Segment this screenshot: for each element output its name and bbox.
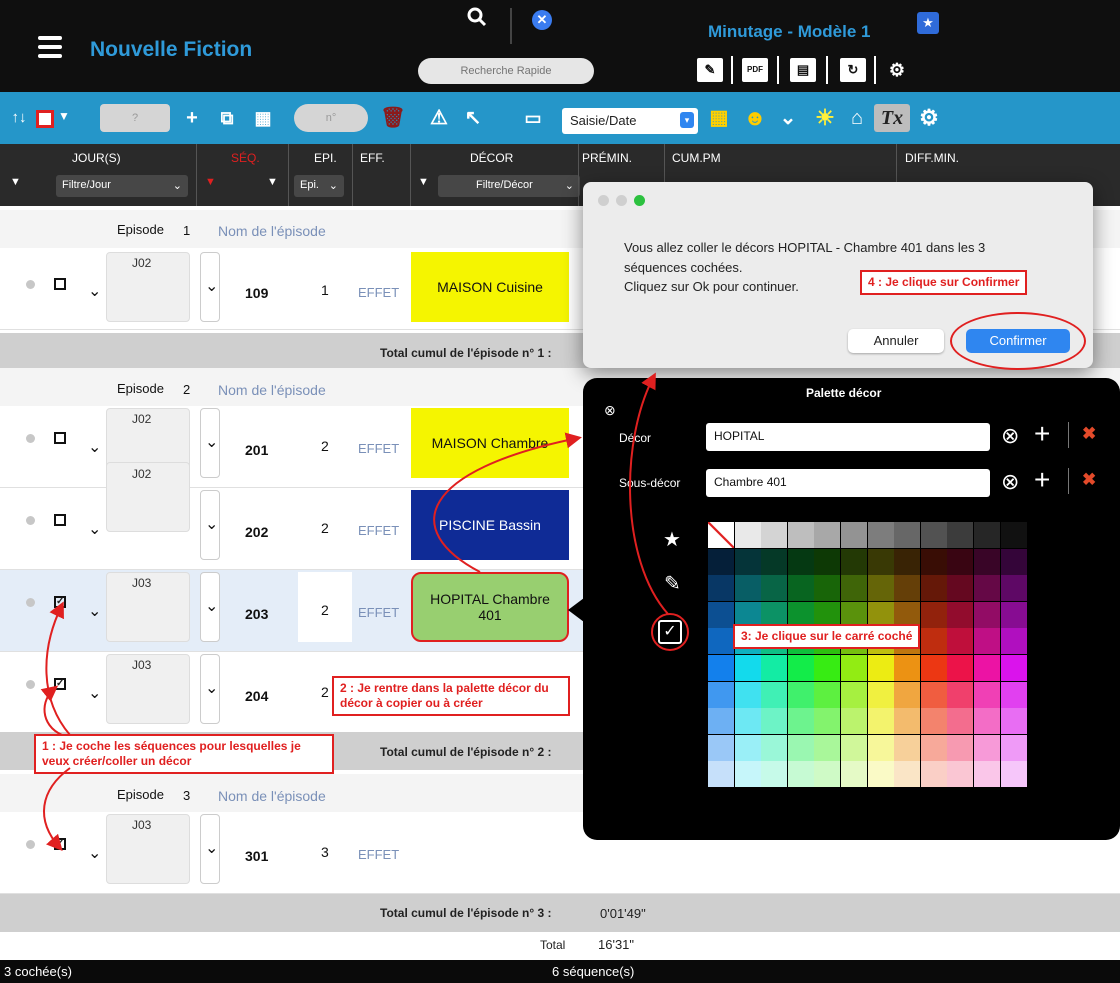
annotation-arrows [40, 372, 669, 851]
